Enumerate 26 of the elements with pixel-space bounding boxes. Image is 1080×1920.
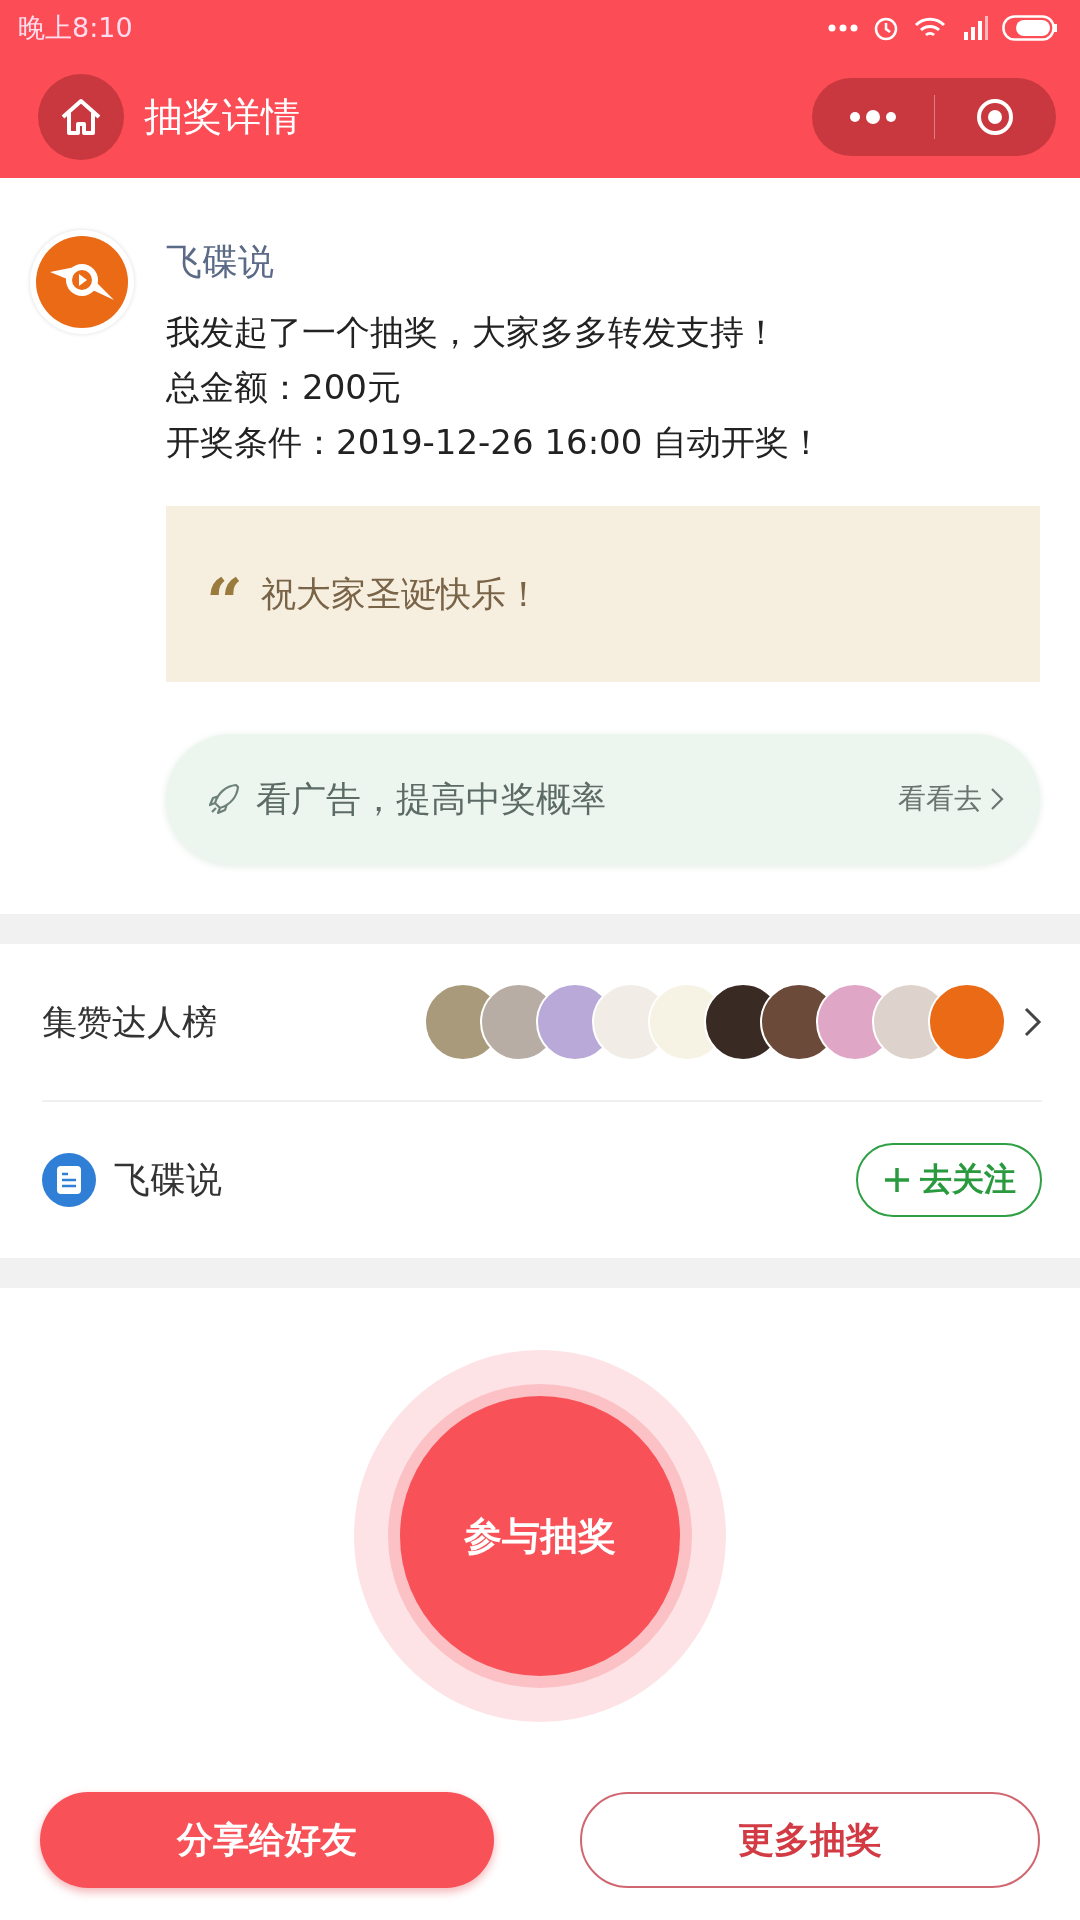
plus-icon (884, 1167, 910, 1193)
ad-text: 看广告，提高中奖概率 (256, 777, 607, 821)
author-name[interactable]: 飞碟说 (166, 238, 1040, 287)
document-icon (42, 1153, 96, 1207)
post-text: 我发起了一个抽奖，大家多多转发支持！ (166, 311, 779, 354)
chevron-icon[interactable] (1024, 1007, 1042, 1037)
account-name: 飞碟说 (114, 1157, 223, 1202)
post-text: 总金额：200元 (166, 366, 402, 409)
post-text: 开奖条件：2019-12-26 16:00 自动开奖！ (166, 421, 825, 464)
home-icon (59, 97, 103, 137)
status-time: 晚上8:10 (18, 11, 133, 45)
ad-action: 看看去 (898, 781, 982, 817)
quote-mark: “ (206, 564, 243, 624)
chevron-icon (990, 787, 1004, 811)
more-dots-icon (828, 24, 858, 32)
rocket-icon (206, 781, 242, 817)
more-draws-button[interactable]: 更多抽奖 (580, 1792, 1040, 1888)
leaderboard-title: 集赞达人榜 (42, 1000, 218, 1044)
page-title: 抽奖详情 (144, 93, 301, 141)
share-button[interactable]: 分享给好友 (40, 1792, 494, 1888)
quote-text: 祝大家圣诞快乐！ (260, 572, 541, 616)
more-icon (847, 110, 898, 124)
follow-button[interactable]: 去关注 (856, 1143, 1042, 1217)
target-icon (975, 97, 1016, 137)
ad-banner[interactable]: 看广告，提高中奖概率 看看去 (166, 734, 1040, 864)
battery-icon (1002, 15, 1058, 41)
